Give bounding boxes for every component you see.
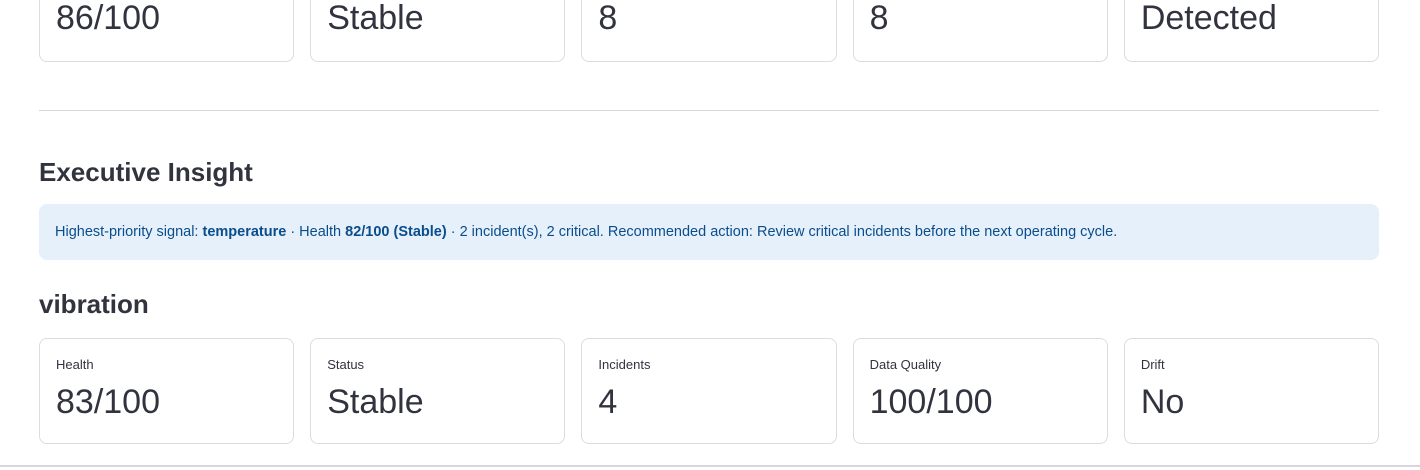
metric-card-status: Status Stable (310, 338, 566, 444)
insight-health: 82/100 (Stable) (345, 224, 447, 240)
metric-card-incidents: 8 (581, 0, 837, 62)
section-divider (39, 110, 1379, 111)
metric-card-status: Stable (310, 0, 566, 62)
metric-label: Drift (1140, 357, 1165, 372)
metric-card-health: Health 83/100 (39, 338, 295, 444)
metric-card-health: 86/100 (39, 0, 295, 62)
metric-card-incidents: Incidents 4 (581, 338, 837, 444)
metric-value: 8 (869, 0, 889, 37)
metric-card-data-quality: 8 (852, 0, 1108, 62)
metric-value: 86/100 (56, 0, 160, 37)
metric-value: Stable (327, 0, 424, 37)
previous-signal-metrics: 86/100 Stable 8 8 Detected (39, 0, 1380, 62)
insight-prefix: Highest-priority signal: (55, 224, 199, 240)
metric-card-drift: Detected (1123, 0, 1380, 62)
metric-card-drift: Drift No (1123, 338, 1380, 444)
metric-value: Detected (1140, 0, 1277, 37)
metric-label: Status (327, 357, 365, 372)
metric-value: 8 (598, 0, 618, 37)
bottom-divider (0, 465, 1420, 467)
vibration-heading: vibration (39, 289, 149, 319)
insight-signal: temperature (202, 224, 287, 240)
insight-sep: · Health (286, 224, 346, 240)
metric-value: 83/100 (56, 383, 160, 421)
metric-value: 100/100 (869, 383, 993, 421)
metric-label: Data Quality (869, 357, 942, 372)
executive-insight-heading: Executive Insight (39, 157, 253, 187)
metric-value: No (1140, 383, 1185, 421)
metric-value: Stable (327, 383, 424, 421)
insight-suffix: · 2 incident(s), 2 critical. Recommended… (446, 224, 1118, 240)
vibration-metrics: Health 83/100 Status Stable Incidents 4 … (39, 338, 1380, 444)
metric-label: Incidents (598, 357, 651, 372)
metric-value: 4 (598, 383, 618, 421)
metric-label: Health (56, 357, 94, 372)
metric-card-data-quality: Data Quality 100/100 (852, 338, 1108, 444)
executive-insight-info-box: Highest-priority signal: temperature · H… (39, 204, 1379, 260)
